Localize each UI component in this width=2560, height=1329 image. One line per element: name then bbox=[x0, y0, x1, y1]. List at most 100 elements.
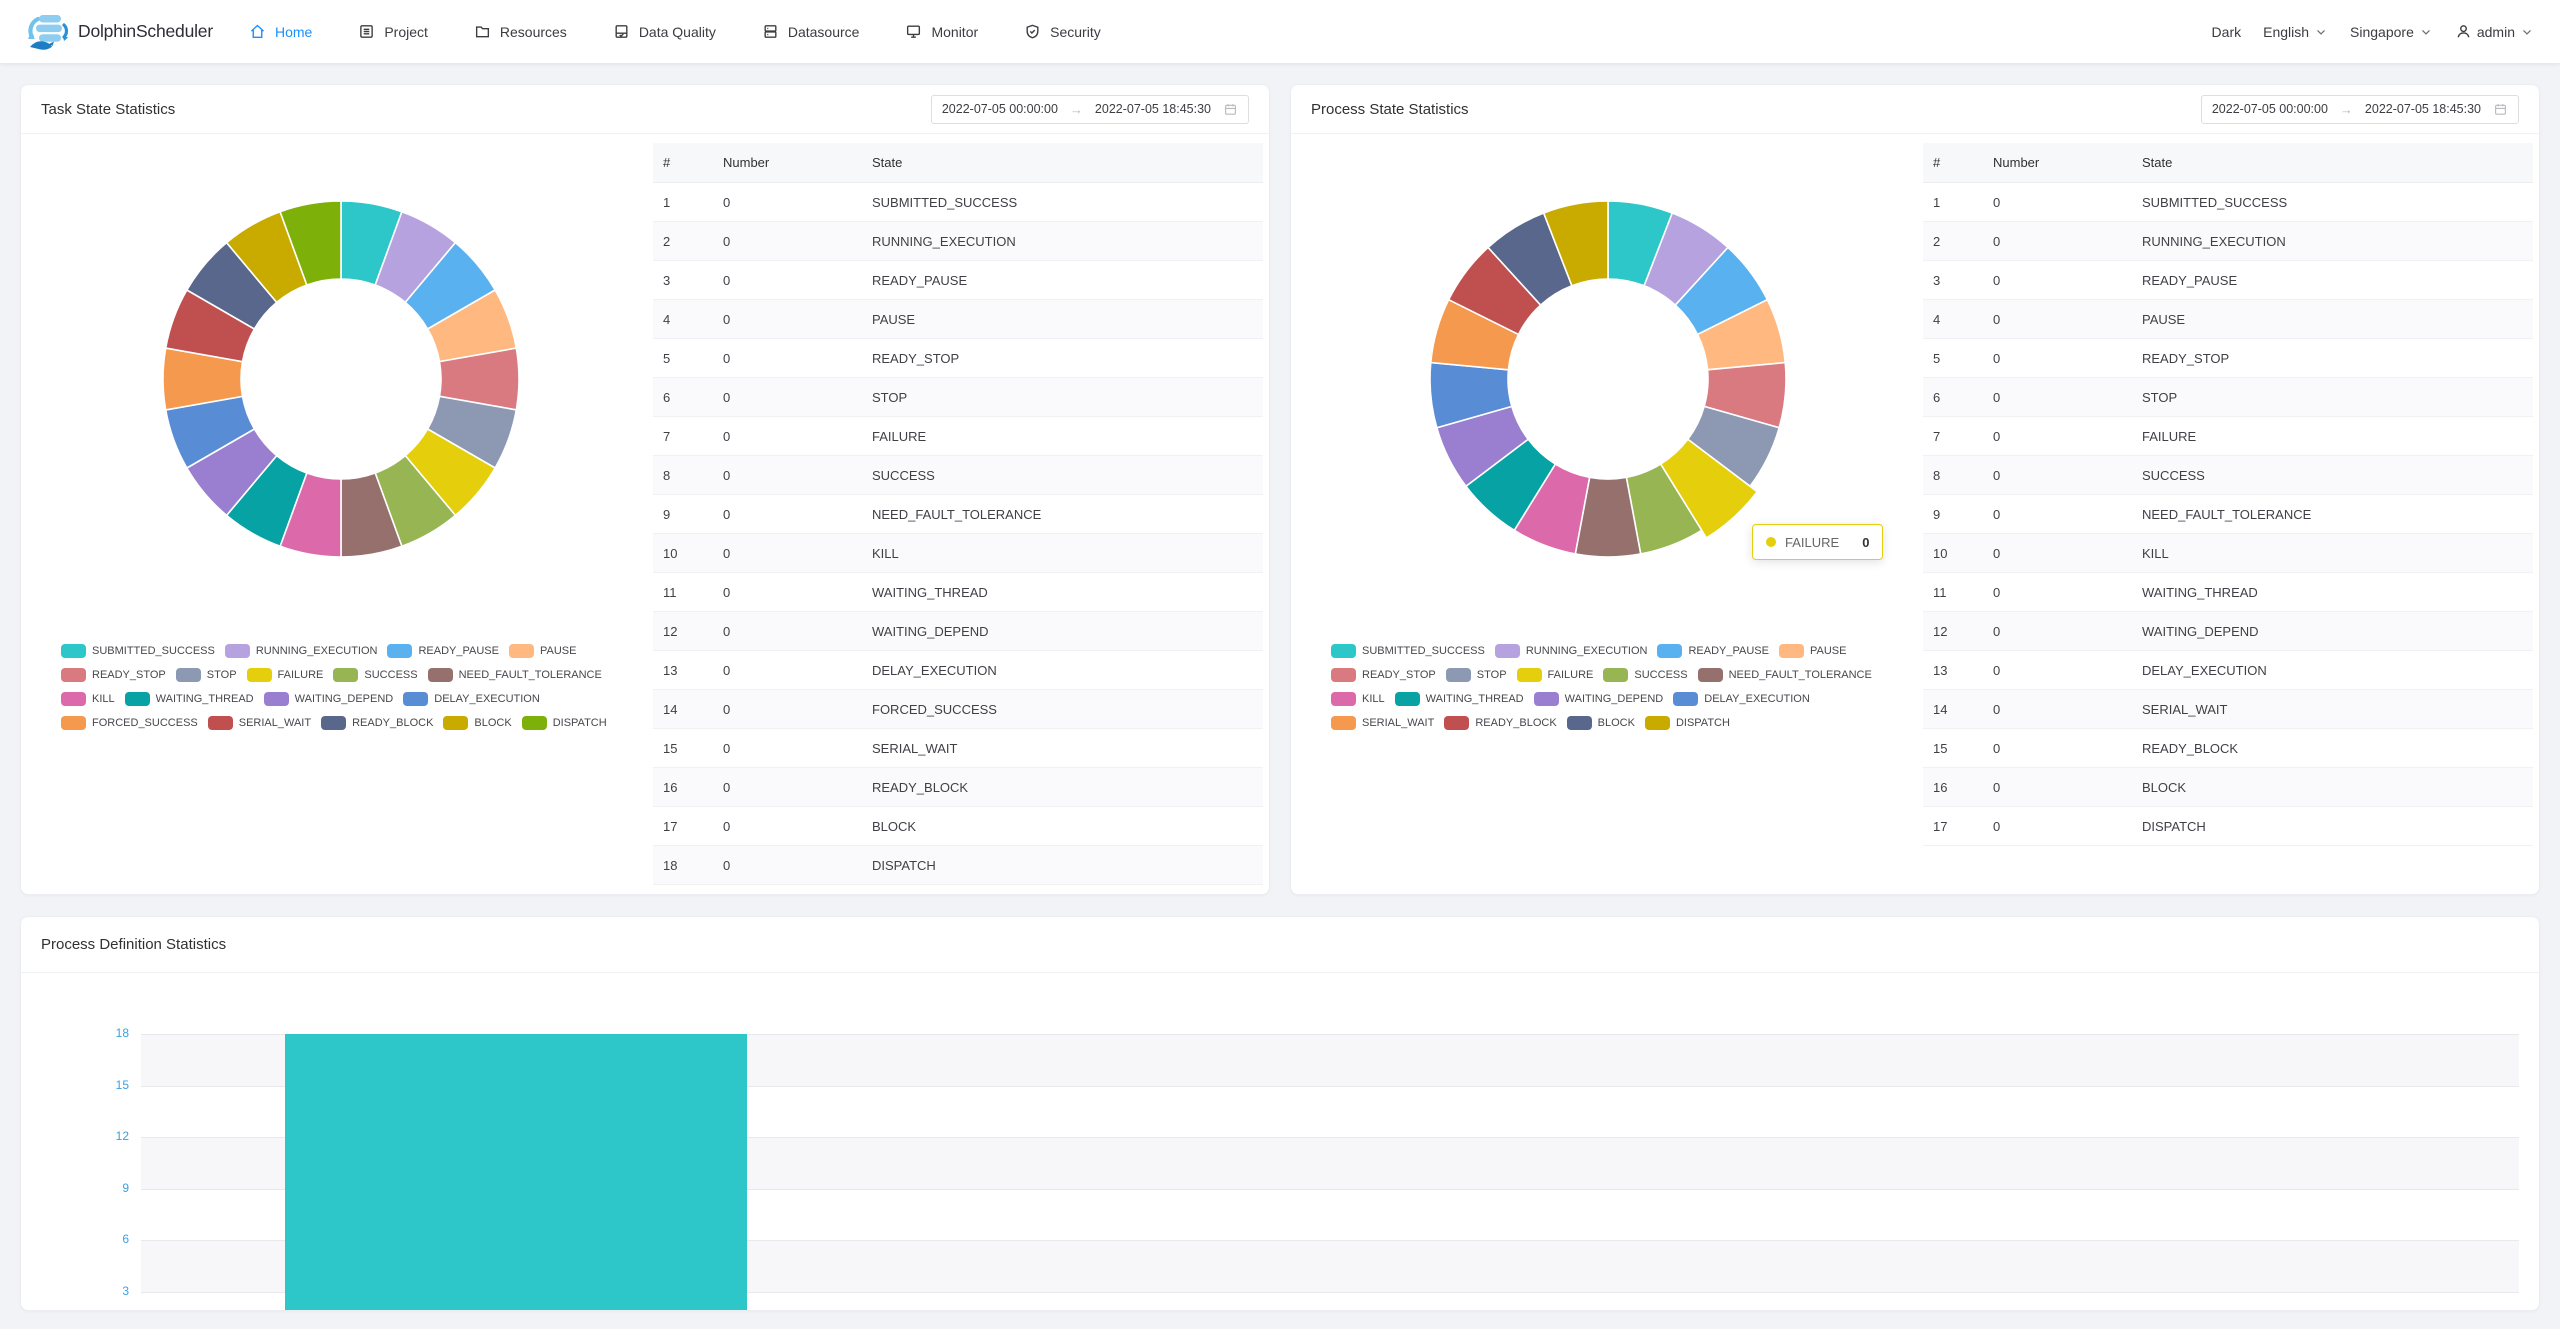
legend-swatch bbox=[1517, 668, 1542, 682]
table-row: 90NEED_FAULT_TOLERANCE bbox=[653, 495, 1263, 534]
legend-label: READY_STOP bbox=[1362, 669, 1436, 681]
legend-item-forced_success[interactable]: FORCED_SUCCESS bbox=[61, 716, 198, 730]
legend-label: RUNNING_EXECUTION bbox=[1526, 645, 1648, 657]
legend-item-waiting_depend[interactable]: WAITING_DEPEND bbox=[264, 692, 394, 706]
task-state-donut-chart bbox=[121, 159, 561, 599]
folder-icon bbox=[474, 23, 491, 40]
legend-item-serial_wait[interactable]: SERIAL_WAIT bbox=[1331, 716, 1434, 730]
legend-label: BLOCK bbox=[474, 717, 511, 729]
table-row: 30READY_PAUSE bbox=[653, 261, 1263, 300]
brand-name: DolphinScheduler bbox=[78, 21, 213, 42]
legend-item-pause[interactable]: PAUSE bbox=[509, 644, 576, 658]
legend-item-delay_execution[interactable]: DELAY_EXECUTION bbox=[1673, 692, 1810, 706]
legend-label: WAITING_THREAD bbox=[1426, 693, 1524, 705]
table-row: 180DISPATCH bbox=[653, 846, 1263, 885]
menu-item-home[interactable]: Home bbox=[249, 23, 312, 40]
legend-item-ready_stop[interactable]: READY_STOP bbox=[1331, 668, 1436, 682]
theme-toggle[interactable]: Dark bbox=[2212, 24, 2242, 40]
legend-label: READY_BLOCK bbox=[352, 717, 433, 729]
table-row: 170BLOCK bbox=[653, 807, 1263, 846]
legend-item-running_execution[interactable]: RUNNING_EXECUTION bbox=[1495, 644, 1648, 658]
legend-swatch bbox=[387, 644, 412, 658]
legend-item-ready_block[interactable]: READY_BLOCK bbox=[1444, 716, 1556, 730]
legend-item-kill[interactable]: KILL bbox=[61, 692, 115, 706]
legend-label: READY_PAUSE bbox=[1688, 645, 1769, 657]
timezone-select[interactable]: Singapore bbox=[2350, 24, 2433, 40]
legend-swatch bbox=[522, 716, 547, 730]
legend-label: PAUSE bbox=[540, 645, 576, 657]
legend-swatch bbox=[61, 668, 86, 682]
legend-item-serial_wait[interactable]: SERIAL_WAIT bbox=[208, 716, 311, 730]
legend-item-block[interactable]: BLOCK bbox=[1567, 716, 1635, 730]
table-row: 150SERIAL_WAIT bbox=[653, 729, 1263, 768]
table-row: 100KILL bbox=[653, 534, 1263, 573]
table-row: 50READY_STOP bbox=[1923, 339, 2533, 378]
menu-item-resources[interactable]: Resources bbox=[474, 23, 567, 40]
legend-item-ready_block[interactable]: READY_BLOCK bbox=[321, 716, 433, 730]
security-icon bbox=[1024, 23, 1041, 40]
language-select[interactable]: English bbox=[2263, 24, 2328, 40]
y-axis-tick-label: 18 bbox=[29, 1026, 129, 1040]
legend-item-kill[interactable]: KILL bbox=[1331, 692, 1385, 706]
main-menu: Home Project Resources Data Quality Datasour… bbox=[249, 23, 1101, 40]
legend-item-dispatch[interactable]: DISPATCH bbox=[522, 716, 607, 730]
legend-swatch bbox=[208, 716, 233, 730]
process-definition-card: Process Definition Statistics 181512963 bbox=[20, 916, 2540, 1311]
tooltip-label: FAILURE bbox=[1785, 535, 1839, 550]
menu-item-data-quality[interactable]: Data Quality bbox=[613, 23, 716, 40]
legend-item-ready_pause[interactable]: READY_PAUSE bbox=[387, 644, 499, 658]
legend-item-block[interactable]: BLOCK bbox=[443, 716, 511, 730]
legend-item-running_execution[interactable]: RUNNING_EXECUTION bbox=[225, 644, 378, 658]
legend-label: FAILURE bbox=[1548, 669, 1594, 681]
legend-item-submitted_success[interactable]: SUBMITTED_SUCCESS bbox=[61, 644, 215, 658]
legend-item-stop[interactable]: STOP bbox=[1446, 668, 1507, 682]
legend-item-success[interactable]: SUCCESS bbox=[333, 668, 417, 682]
table-row: 10SUBMITTED_SUCCESS bbox=[1923, 183, 2533, 222]
legend-item-waiting_thread[interactable]: WAITING_THREAD bbox=[125, 692, 254, 706]
user-menu[interactable]: admin bbox=[2455, 23, 2534, 40]
legend-item-ready_pause[interactable]: READY_PAUSE bbox=[1657, 644, 1769, 658]
menu-item-monitor[interactable]: Monitor bbox=[905, 23, 978, 40]
legend-swatch bbox=[61, 716, 86, 730]
chevron-down-icon bbox=[2419, 25, 2433, 39]
legend-label: SERIAL_WAIT bbox=[1362, 717, 1434, 729]
legend-item-failure[interactable]: FAILURE bbox=[247, 668, 324, 682]
legend-item-stop[interactable]: STOP bbox=[176, 668, 237, 682]
legend-label: DELAY_EXECUTION bbox=[1704, 693, 1810, 705]
legend-item-waiting_depend[interactable]: WAITING_DEPEND bbox=[1534, 692, 1664, 706]
legend-item-success[interactable]: SUCCESS bbox=[1603, 668, 1687, 682]
date-range-picker[interactable]: 2022-07-05 00:00:00 → 2022-07-05 18:45:3… bbox=[2201, 95, 2519, 124]
legend-item-need_fault_tolerance[interactable]: NEED_FAULT_TOLERANCE bbox=[1698, 668, 1872, 682]
legend-item-delay_execution[interactable]: DELAY_EXECUTION bbox=[403, 692, 540, 706]
table-row: 60STOP bbox=[653, 378, 1263, 417]
legend-swatch bbox=[264, 692, 289, 706]
legend-swatch bbox=[1495, 644, 1520, 658]
legend-item-submitted_success[interactable]: SUBMITTED_SUCCESS bbox=[1331, 644, 1485, 658]
menu-item-label: Home bbox=[275, 24, 312, 40]
table-row: 70FAILURE bbox=[653, 417, 1263, 456]
legend-label: STOP bbox=[207, 669, 237, 681]
legend-swatch bbox=[1603, 668, 1628, 682]
legend-label: WAITING_THREAD bbox=[156, 693, 254, 705]
menu-item-datasource[interactable]: Datasource bbox=[762, 23, 860, 40]
legend-item-waiting_thread[interactable]: WAITING_THREAD bbox=[1395, 692, 1524, 706]
table-row: 120WAITING_DEPEND bbox=[1923, 612, 2533, 651]
table-row: 160BLOCK bbox=[1923, 768, 2533, 807]
legend-item-failure[interactable]: FAILURE bbox=[1517, 668, 1594, 682]
legend-item-pause[interactable]: PAUSE bbox=[1779, 644, 1846, 658]
menu-item-security[interactable]: Security bbox=[1024, 23, 1101, 40]
legend-label: DELAY_EXECUTION bbox=[434, 693, 540, 705]
date-range-picker[interactable]: 2022-07-05 00:00:00 → 2022-07-05 18:45:3… bbox=[931, 95, 1249, 124]
bar-series-rect[interactable] bbox=[285, 1034, 747, 1310]
legend-label: KILL bbox=[92, 693, 115, 705]
legend-item-need_fault_tolerance[interactable]: NEED_FAULT_TOLERANCE bbox=[428, 668, 602, 682]
date-end: 2022-07-05 18:45:30 bbox=[1095, 102, 1211, 116]
legend-label: PAUSE bbox=[1810, 645, 1846, 657]
legend-item-dispatch[interactable]: DISPATCH bbox=[1645, 716, 1730, 730]
legend-label: BLOCK bbox=[1598, 717, 1635, 729]
legend-label: WAITING_DEPEND bbox=[1565, 693, 1664, 705]
menu-item-project[interactable]: Project bbox=[358, 23, 428, 40]
y-axis-tick-label: 6 bbox=[29, 1232, 129, 1246]
task-state-card: Task State Statistics 2022-07-05 00:00:0… bbox=[20, 84, 1270, 895]
legend-item-ready_stop[interactable]: READY_STOP bbox=[61, 668, 166, 682]
